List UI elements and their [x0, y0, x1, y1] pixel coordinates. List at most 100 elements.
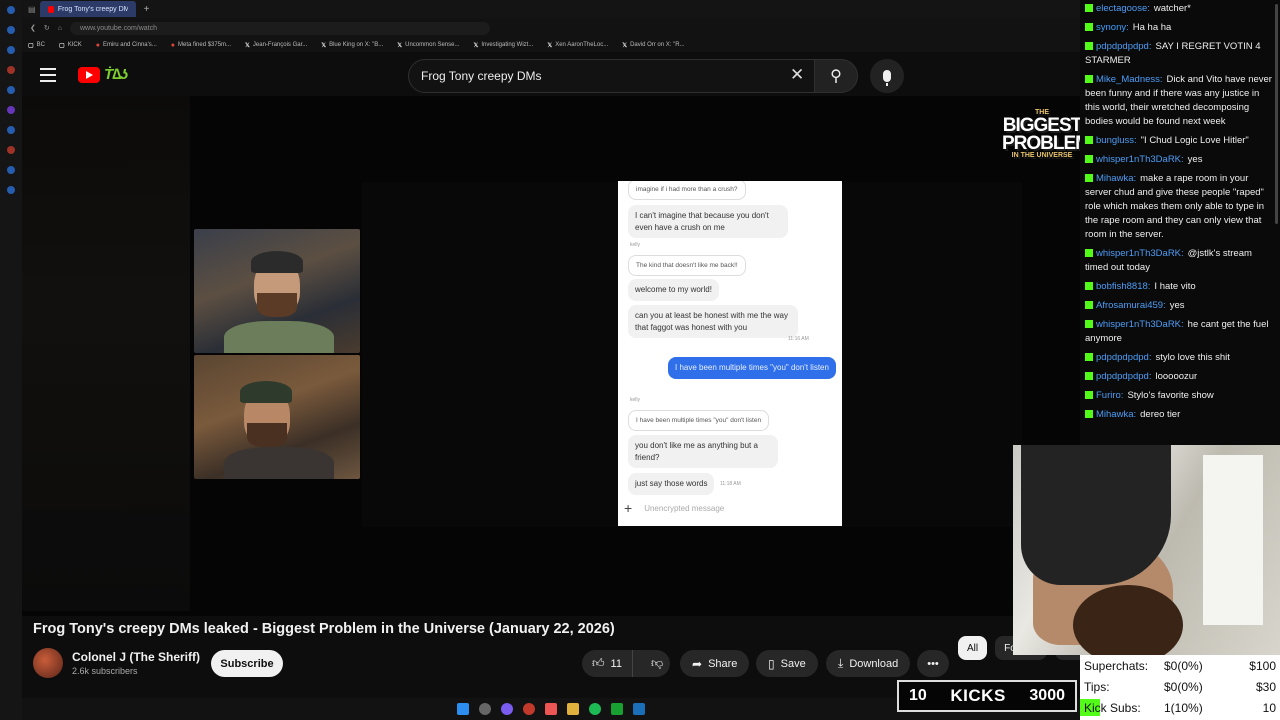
logo-text: BIGGEST: [1002, 114, 1083, 136]
sidebar-app-icon[interactable]: [7, 186, 15, 194]
chat-scrollbar[interactable]: [1275, 4, 1278, 224]
opera-taskbar-icon[interactable]: [523, 703, 535, 715]
bookmark-item[interactable]: 𝕏 Investigating Wizt...: [473, 42, 533, 49]
chat-message: whisper1nTh3DaRK: he cant get the fuel an…: [1080, 316, 1280, 349]
bookmark-item[interactable]: 𝕏 David Orr on X: "R...: [622, 42, 684, 49]
save-button[interactable]: ▯ Save: [756, 650, 818, 677]
back-arrow-icon[interactable]: ❮: [30, 24, 36, 32]
windows-start-icon[interactable]: [457, 703, 469, 715]
chat-message: Afrosamurai459: yes: [1080, 297, 1280, 316]
tab-list-icon[interactable]: ▤: [28, 5, 36, 14]
person-body: [224, 321, 334, 353]
chat-username[interactable]: Furiro:: [1096, 390, 1123, 401]
composer-placeholder: Unencrypted message: [644, 503, 725, 513]
video-player[interactable]: imagine if i had more than a crush? I ca…: [22, 96, 1091, 616]
bookmark-item[interactable]: 𝕏 Blue King on X: "B...: [321, 42, 383, 49]
dislike-button[interactable]: 👎︎: [639, 656, 675, 671]
sidebar-app-icon[interactable]: [7, 86, 15, 94]
hamburger-menu-icon[interactable]: [40, 68, 56, 82]
bookmark-item[interactable]: ▢ BC: [28, 42, 45, 49]
subscribe-button[interactable]: Subscribe: [211, 650, 283, 677]
chat-username[interactable]: Mihawka:: [1096, 173, 1136, 184]
person-beard: [257, 293, 297, 317]
youtube-logo[interactable]: Ṫ∆ʖ: [78, 66, 128, 83]
new-tab-button[interactable]: +: [140, 4, 154, 15]
home-icon[interactable]: ⌂: [58, 25, 62, 32]
thumbs-down-icon: 👎︎: [650, 656, 664, 670]
sidebar-app-icon[interactable]: [7, 46, 15, 54]
sidebar-app-icon[interactable]: [7, 6, 15, 14]
channel-avatar[interactable]: [33, 648, 63, 678]
x-bookmark-icon: 𝕏: [473, 42, 479, 49]
chat-message: synony: Ha ha ha: [1080, 19, 1280, 38]
search-button[interactable]: ⚲: [814, 59, 858, 93]
xbox-taskbar-icon[interactable]: [611, 703, 623, 715]
sidebar-app-icon[interactable]: [7, 106, 15, 114]
steam-taskbar-icon[interactable]: [633, 703, 645, 715]
folder-taskbar-icon[interactable]: [567, 703, 579, 715]
subscriber-count: 2.6k subscribers: [72, 666, 138, 676]
bookmark-item[interactable]: ▢ KICK: [59, 42, 82, 49]
kick-badge-icon: [1085, 4, 1093, 12]
stat-label: Tips:: [1084, 679, 1110, 694]
sidebar-app-icon[interactable]: [7, 146, 15, 154]
chat-username[interactable]: bobfish8818:: [1096, 281, 1150, 292]
chat-username[interactable]: pdpdpdpdpd:: [1096, 41, 1151, 52]
browser-taskbar-icon[interactable]: [501, 703, 513, 715]
sidebar-app-icon[interactable]: [7, 66, 15, 74]
bookmark-icon: ▢: [59, 42, 65, 49]
chat-username[interactable]: pdpdpdpdpd:: [1096, 352, 1151, 363]
chat-username[interactable]: synony:: [1096, 22, 1129, 33]
kick-badge-icon: [1085, 155, 1093, 163]
chat-username[interactable]: whisper1nTh3DaRK:: [1096, 319, 1184, 330]
chat-username[interactable]: bungluss:: [1096, 135, 1137, 146]
chip-all[interactable]: All: [958, 636, 988, 660]
search-icon[interactable]: [479, 703, 491, 715]
chat-username[interactable]: pdpdpdpdpd:: [1096, 371, 1151, 382]
bookmark-item[interactable]: 𝕏 Jean-François Gar...: [245, 42, 307, 49]
download-button[interactable]: ⤓ Download: [826, 650, 911, 677]
chat-message: electagoose: watcher*: [1080, 0, 1280, 19]
app-taskbar-icon[interactable]: [545, 703, 557, 715]
clear-search-icon[interactable]: ✕: [790, 65, 804, 85]
browser-tab-active[interactable]: Frog Tony's creepy DM...: [39, 1, 136, 17]
x-bookmark-icon: 𝕏: [547, 42, 553, 49]
reload-icon[interactable]: ↻: [44, 24, 50, 32]
chat-username[interactable]: whisper1nTh3DaRK:: [1096, 154, 1184, 165]
spotify-taskbar-icon[interactable]: [589, 703, 601, 715]
chat-username[interactable]: electagoose:: [1096, 3, 1150, 14]
like-button[interactable]: 👍︎ 11: [582, 650, 633, 677]
dm-meta: kelly: [630, 397, 641, 403]
sidebar-app-icon[interactable]: [7, 166, 15, 174]
browser-side-rail: [0, 0, 22, 720]
share-icon: ➦: [692, 656, 703, 671]
chat-username[interactable]: Mike_Madness:: [1096, 74, 1163, 85]
logo-text: IN THE UNIVERSE: [1011, 151, 1073, 159]
chat-message: pdpdpdpdpd: SAY I REGRET VOTIN 4 STARMER: [1080, 38, 1280, 71]
sidebar-app-icon[interactable]: [7, 126, 15, 134]
sidebar-app-icon[interactable]: [7, 26, 15, 34]
chat-username[interactable]: Mihawka:: [1096, 409, 1136, 420]
url-field[interactable]: www.youtube.com/watch: [69, 21, 490, 35]
stat-goal: 10: [1262, 700, 1276, 715]
person-hat: [240, 381, 292, 403]
chat-message: Mihawka: make a rape room in your server …: [1080, 170, 1280, 245]
share-button[interactable]: ➦ Share: [680, 650, 750, 677]
bookmark-item[interactable]: ● Emiru and Cinna's...: [96, 42, 157, 49]
bookmark-item[interactable]: ● Meta fined $375m...: [171, 42, 231, 49]
stat-value: $0(0%): [1164, 679, 1203, 694]
chat-username[interactable]: whisper1nTh3DaRK:: [1096, 248, 1184, 259]
screen: ▤ Frog Tony's creepy DM... + ❮ ↻ ⌂ www.y…: [0, 0, 1280, 720]
podcast-cam-top: [194, 229, 360, 353]
kicks-current: 10: [909, 687, 927, 704]
bookmark-item[interactable]: 𝕏 Xen AaronTheLoc...: [547, 42, 608, 49]
voice-search-button[interactable]: [870, 59, 904, 93]
kick-badge-icon: [1085, 42, 1093, 50]
live-chat: electagoose: watcher* synony: Ha ha ha pdpdp…: [1080, 0, 1280, 445]
bookmark-item[interactable]: 𝕏 Uncommon Sense...: [397, 42, 459, 49]
more-actions-button[interactable]: •••: [917, 650, 949, 677]
chat-username[interactable]: Afrosamurai459:: [1096, 300, 1166, 311]
search-input[interactable]: Frog Tony creepy DMs: [408, 59, 838, 93]
channel-name[interactable]: Colonel J (The Sheriff): [72, 650, 200, 664]
chat-text: "I Chud Logic Love Hitler": [1140, 135, 1249, 146]
